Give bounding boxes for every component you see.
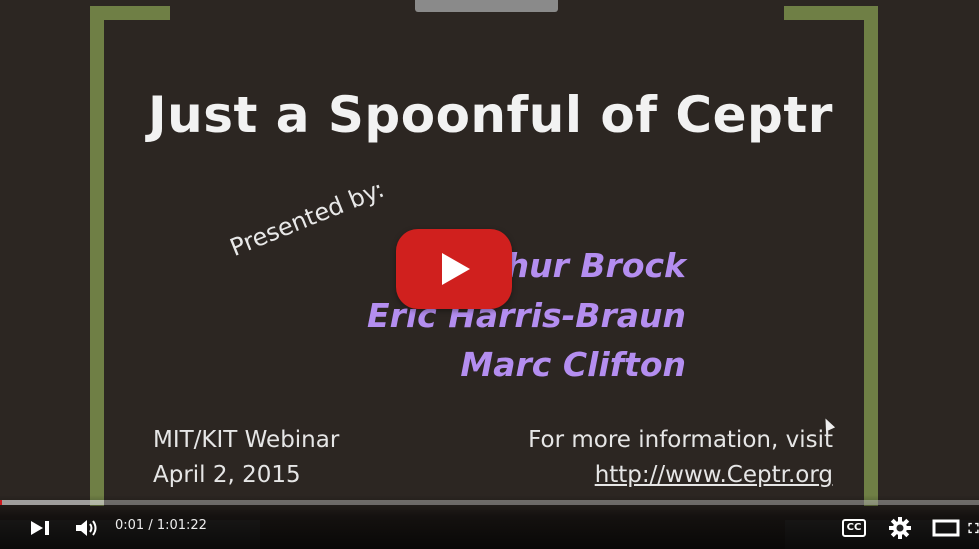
settings-icon [889,517,911,539]
slide-frame-top-right [784,6,878,20]
info-text: For more information, visit [528,427,833,453]
fullscreen-icon [968,522,979,534]
time-display: 0:01 / 1:01:22 [115,518,207,533]
presented-by-label: Presented by: [226,174,389,262]
fullscreen-button[interactable] [968,513,979,543]
progress-played [0,500,2,505]
volume-icon [76,520,97,536]
next-button[interactable] [24,513,58,543]
slide-title: Just a Spoonful of Ceptr [148,86,833,144]
play-icon [442,253,470,285]
theater-mode-button[interactable] [928,513,964,543]
progress-bar[interactable] [0,500,979,505]
play-button[interactable] [396,229,512,309]
volume-button[interactable] [70,513,104,543]
video-frame[interactable]: Just a Spoonful of Ceptr Presented by: A… [0,0,979,549]
slide-frame-left [90,6,104,506]
progress-buffer [0,500,104,505]
settings-button[interactable] [884,513,916,543]
captions-button[interactable]: CC [838,513,870,543]
theater-icon [932,519,960,537]
next-icon [31,521,49,535]
top-tab [415,0,558,12]
event-name: MIT/KIT Webinar [153,427,340,453]
slide-frame-top-left [90,6,170,20]
cc-icon: CC [841,519,867,537]
website-link: http://www.Ceptr.org [594,462,833,488]
presenter-name: Marc Clifton [460,345,686,384]
slide-frame-right [864,6,878,506]
event-date: April 2, 2015 [153,462,301,488]
